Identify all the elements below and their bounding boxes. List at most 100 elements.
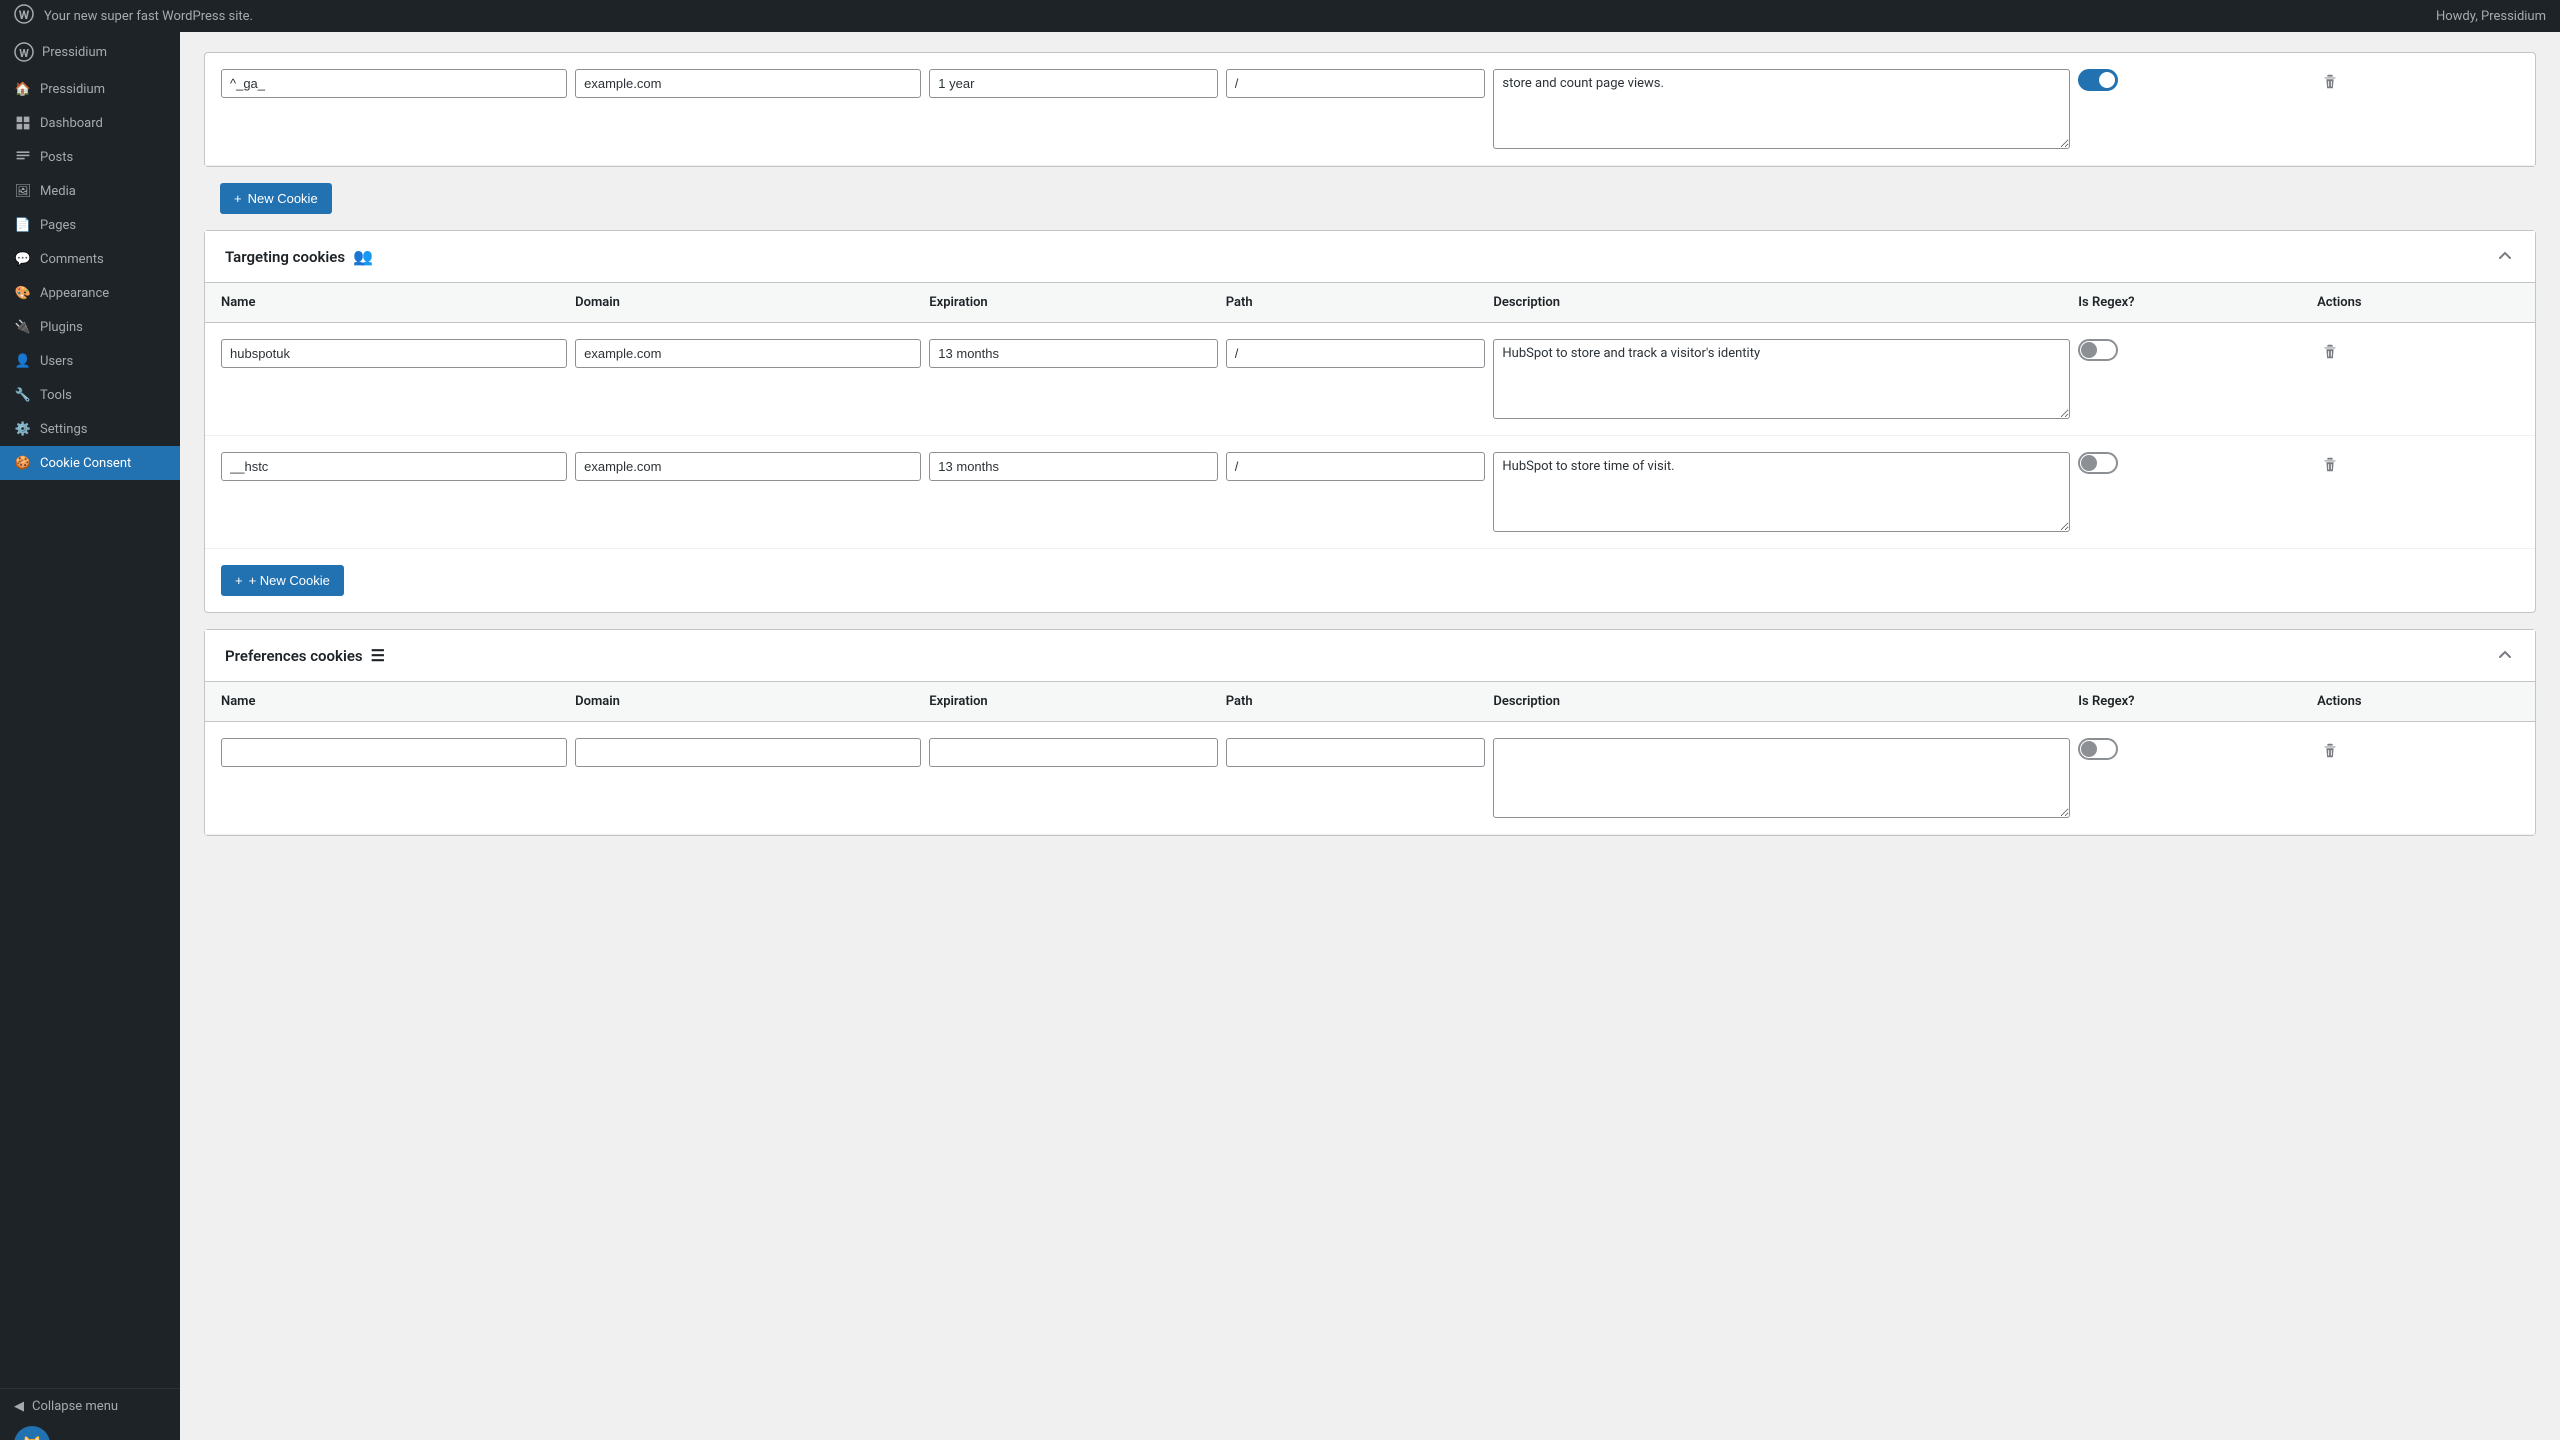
- partial-toggle[interactable]: [2078, 69, 2118, 91]
- sidebar-label-tools: Tools: [40, 388, 72, 403]
- sidebar-item-pressidium[interactable]: 🏠 Pressidium: [0, 72, 180, 106]
- row1-path-input[interactable]: [1226, 339, 1486, 368]
- partial-expiration-input[interactable]: [929, 69, 1217, 98]
- preferences-section-header: Preferences cookies ☰: [205, 630, 2535, 682]
- row2-actions-cell: [2317, 452, 2519, 478]
- sidebar-label-appearance: Appearance: [40, 286, 109, 301]
- pref-col-path: Path: [1226, 694, 1486, 709]
- partial-description-textarea[interactable]: store and count page views.: [1493, 69, 2070, 149]
- sidebar-item-dashboard[interactable]: Dashboard: [0, 106, 180, 140]
- targeting-section-title: Targeting cookies 👥: [225, 247, 373, 266]
- new-cookie-label-1: New Cookie: [248, 191, 318, 206]
- sidebar-item-cookie-consent[interactable]: 🍪 Cookie Consent: [0, 446, 180, 480]
- sidebar-item-plugins[interactable]: 🔌 Plugins: [0, 310, 180, 344]
- row2-regex-cell: [2078, 452, 2309, 474]
- sidebar-footer: ◀ Collapse menu 🐱: [0, 1388, 180, 1440]
- row1-domain-input[interactable]: [575, 339, 921, 368]
- sidebar-item-appearance[interactable]: 🎨 Appearance: [0, 276, 180, 310]
- sidebar-label-pressidium: Pressidium: [40, 82, 105, 97]
- sidebar-label-cookie-consent: Cookie Consent: [40, 456, 131, 471]
- top-partial-section: store and count page views.: [204, 52, 2536, 167]
- pref-row1-regex-cell: [2078, 738, 2309, 760]
- targeting-collapse-btn[interactable]: [2495, 245, 2515, 268]
- row1-description-textarea[interactable]: HubSpot to store and track a visitor's i…: [1493, 339, 2070, 419]
- pref-row1-description-textarea[interactable]: [1493, 738, 2070, 818]
- svg-text:W: W: [19, 47, 29, 60]
- sidebar-item-pages[interactable]: 📄 Pages: [0, 208, 180, 242]
- appearance-icon: 🎨: [14, 284, 32, 302]
- row2-domain-input[interactable]: [575, 452, 921, 481]
- pref-row1-expiration-input[interactable]: [929, 738, 1217, 767]
- new-cookie-btn-targeting[interactable]: + + New Cookie: [221, 565, 344, 596]
- targeting-table-header: Name Domain Expiration Path Description …: [205, 283, 2535, 323]
- row2-name-input[interactable]: [221, 452, 567, 481]
- row1-toggle[interactable]: [2078, 339, 2118, 361]
- partial-delete-cell: [2317, 69, 2519, 95]
- row2-delete-btn[interactable]: [2317, 452, 2343, 478]
- col-name-1: Name: [221, 295, 567, 310]
- collapse-menu-btn[interactable]: ◀ Collapse menu: [14, 1399, 166, 1414]
- row1-delete-btn[interactable]: [2317, 339, 2343, 365]
- sidebar-item-comments[interactable]: 💬 Comments: [0, 242, 180, 276]
- settings-icon: ⚙️: [14, 420, 32, 438]
- pref-col-isregex: Is Regex?: [2078, 694, 2309, 709]
- plus-icon-1: +: [234, 191, 242, 206]
- pref-row1-delete-btn[interactable]: [2317, 738, 2343, 764]
- trash-icon: [2321, 456, 2339, 474]
- pref-row1-name-input[interactable]: [221, 738, 567, 767]
- pref-row1-toggle[interactable]: [2078, 738, 2118, 760]
- svg-text:W: W: [19, 8, 30, 22]
- sidebar-nav: 🏠 Pressidium Dashboard Posts 🖼 Media: [0, 72, 180, 1388]
- wp-icon: W: [14, 42, 34, 62]
- sidebar-label-posts: Posts: [40, 150, 73, 165]
- site-name-topbar: Your new super fast WordPress site.: [44, 9, 253, 24]
- new-cookie-targeting-label: + New Cookie: [249, 573, 330, 588]
- home-icon: 🏠: [14, 80, 32, 98]
- row1-regex-cell: [2078, 339, 2309, 361]
- sidebar-item-posts[interactable]: Posts: [0, 140, 180, 174]
- pref-row1-path-input[interactable]: [1226, 738, 1486, 767]
- sidebar-item-users[interactable]: 👤 Users: [0, 344, 180, 378]
- table-row: HubSpot to store time of visit.: [205, 436, 2535, 549]
- chevron-up-icon: [2495, 245, 2515, 265]
- partial-path-input[interactable]: [1226, 69, 1486, 98]
- row2-description-textarea[interactable]: HubSpot to store time of visit.: [1493, 452, 2070, 532]
- targeting-icon: 👥: [353, 247, 373, 266]
- partial-name-input[interactable]: [221, 69, 567, 98]
- pref-col-description: Description: [1493, 694, 2070, 709]
- posts-icon: [14, 148, 32, 166]
- col-description-1: Description: [1493, 295, 2070, 310]
- preferences-section-title: Preferences cookies ☰: [225, 646, 385, 665]
- table-row: HubSpot to store and track a visitor's i…: [205, 323, 2535, 436]
- sidebar-label-plugins: Plugins: [40, 320, 83, 335]
- sidebar-brand-name: Pressidium: [42, 45, 107, 60]
- plugins-icon: 🔌: [14, 318, 32, 336]
- preferences-table-header: Name Domain Expiration Path Description …: [205, 682, 2535, 722]
- col-actions-1: Actions: [2317, 295, 2519, 310]
- row2-path-input[interactable]: [1226, 452, 1486, 481]
- partial-domain-input[interactable]: [575, 69, 921, 98]
- row2-toggle[interactable]: [2078, 452, 2118, 474]
- row2-expiration-input[interactable]: [929, 452, 1217, 481]
- chevron-up-icon-2: [2495, 644, 2515, 664]
- sidebar-brand: W Pressidium: [0, 32, 180, 72]
- pages-icon: 📄: [14, 216, 32, 234]
- wp-logo-icon: W: [14, 4, 34, 28]
- row1-name-input[interactable]: [221, 339, 567, 368]
- sidebar-item-tools[interactable]: 🔧 Tools: [0, 378, 180, 412]
- sidebar-item-settings[interactable]: ⚙️ Settings: [0, 412, 180, 446]
- cookie-icon: 🍪: [14, 454, 32, 472]
- partial-delete-btn[interactable]: [2317, 69, 2343, 95]
- topbar: W Your new super fast WordPress site. Ho…: [0, 0, 2560, 32]
- main-content: store and count page views. + New Cookie: [180, 32, 2560, 1440]
- row1-expiration-input[interactable]: [929, 339, 1217, 368]
- plus-icon-targeting: +: [235, 573, 243, 588]
- new-cookie-btn-wrapper-1: + New Cookie: [204, 183, 2536, 214]
- sidebar-item-media[interactable]: 🖼 Media: [0, 174, 180, 208]
- preferences-icon: ☰: [371, 646, 385, 665]
- sidebar-label-settings: Settings: [40, 422, 87, 437]
- preferences-collapse-btn[interactable]: [2495, 644, 2515, 667]
- pref-row1-domain-input[interactable]: [575, 738, 921, 767]
- trash-icon: [2321, 742, 2339, 760]
- new-cookie-btn-1[interactable]: + New Cookie: [220, 183, 332, 214]
